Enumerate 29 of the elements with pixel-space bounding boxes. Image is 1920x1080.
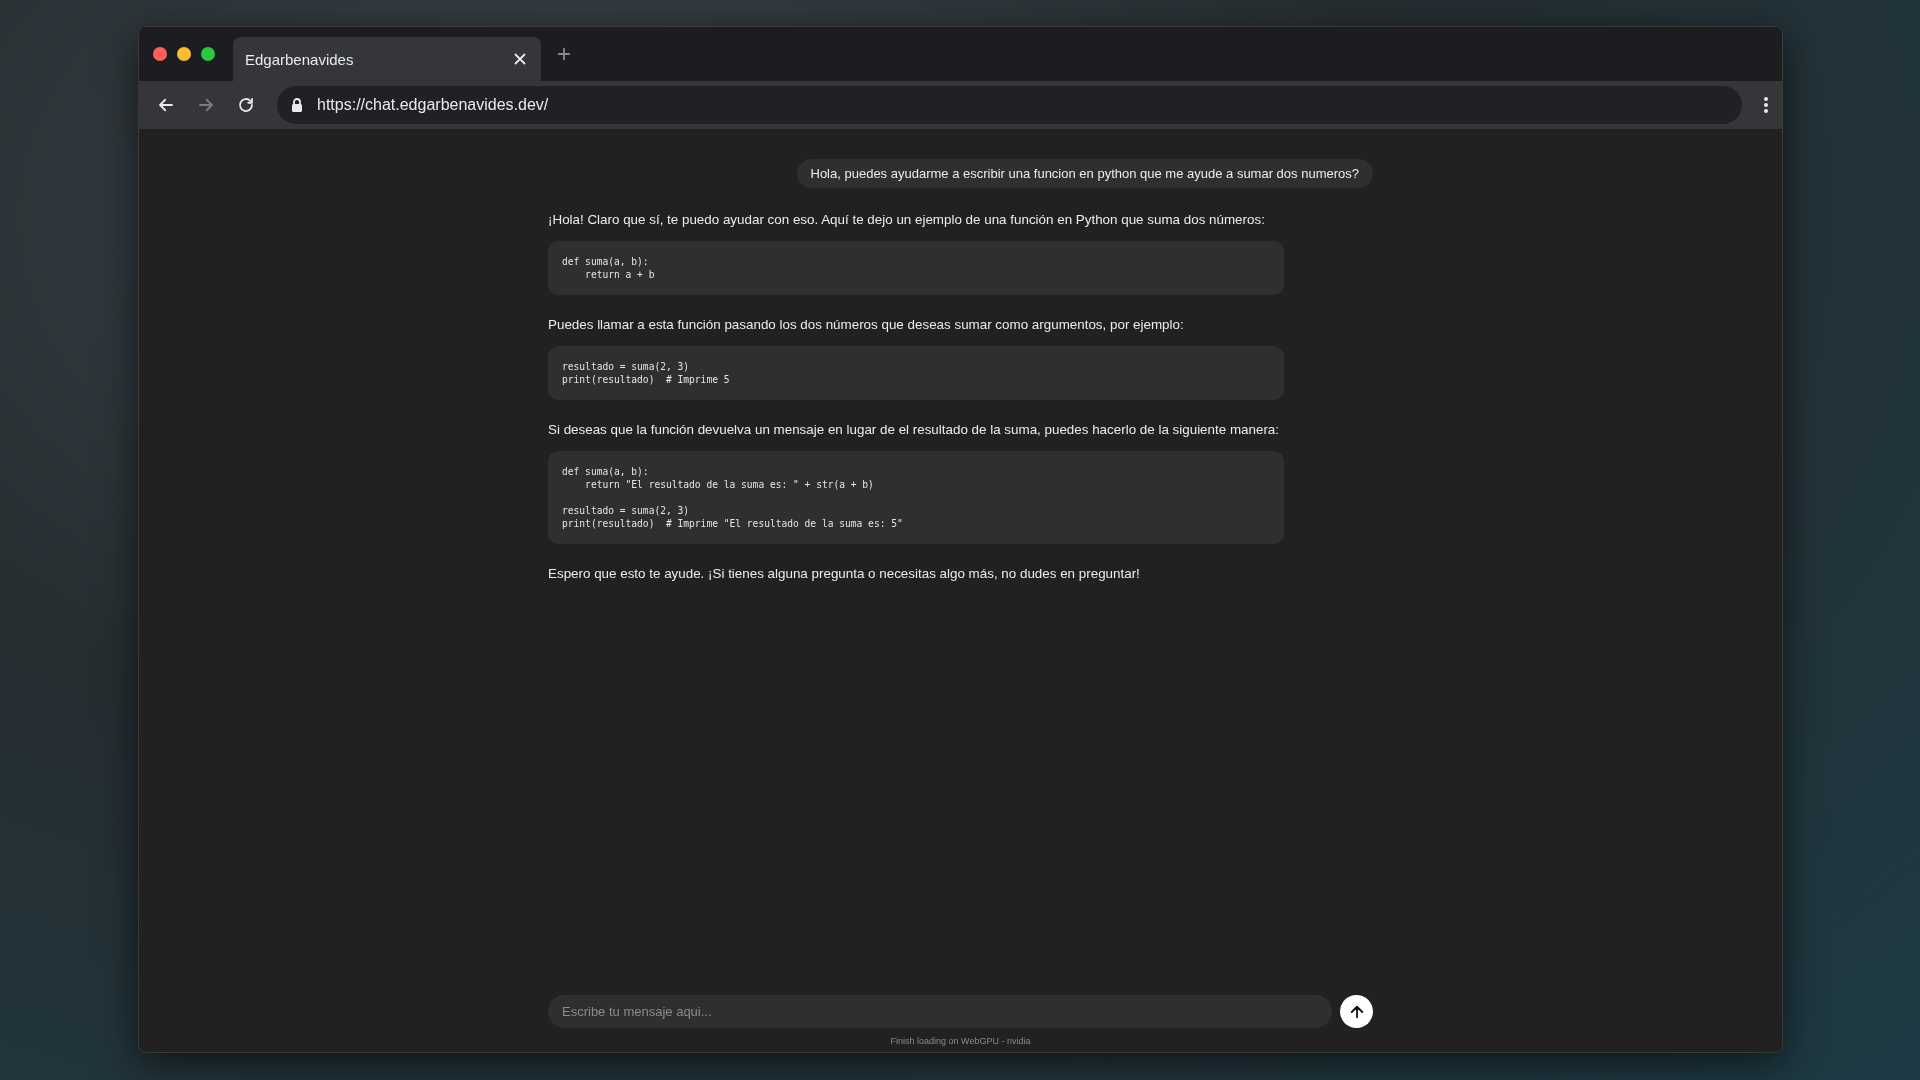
assistant-paragraph: Espero que esto te ayude. ¡Si tienes alguna pregunta o necesitas algo más, no dudes en preguntar! — [548, 566, 1141, 581]
reload-icon — [237, 96, 255, 114]
message-input[interactable]: Escribe tu mensaje aqui... — [548, 995, 1332, 1028]
plus-icon — [555, 45, 573, 63]
back-button[interactable] — [157, 96, 175, 114]
code-block: def suma(a, b): return "El resultado de la suma es: " + str(a + b) resultado = suma(2, 3) print(resultado) # Imprime "El resultado de la suma es: 5" — [548, 451, 1284, 544]
url-text: https://chat.edgarbenavides.dev/ — [317, 96, 549, 114]
lock-icon — [291, 98, 303, 112]
browser-tab[interactable]: Edgarbenavides — [233, 37, 541, 81]
assistant-paragraph: ¡Hola! Claro que sí, te puedo ayudar con eso. Aquí te dejo un ejemplo de una función en Python que suma dos números: — [548, 212, 1266, 227]
new-tab-button[interactable] — [555, 45, 573, 63]
code-block: def suma(a, b): return a + b — [548, 241, 1284, 295]
assistant-paragraph: Puedes llamar a esta función pasando los dos números que deseas sumar como argumentos, por ejemplo: — [548, 317, 1185, 332]
minimize-window-icon[interactable] — [177, 47, 191, 61]
send-button[interactable] — [1340, 995, 1373, 1028]
forward-button[interactable] — [197, 96, 215, 114]
more-vertical-icon — [1764, 97, 1768, 113]
code-block: resultado = suma(2, 3) print(resultado) # Imprime 5 — [548, 346, 1284, 400]
forward-arrow-icon — [197, 96, 215, 114]
close-window-icon[interactable] — [153, 47, 167, 61]
status-text: Finish loading on WebGPU - nvidia — [890, 1036, 1031, 1046]
maximize-window-icon[interactable] — [201, 47, 215, 61]
back-arrow-icon — [157, 96, 175, 114]
reload-button[interactable] — [237, 96, 255, 114]
user-message: Hola, puedes ayudarme a escribir una funcion en python que me ayude a sumar dos numeros? — [796, 159, 1373, 188]
address-bar[interactable]: https://chat.edgarbenavides.dev/ — [277, 86, 1742, 124]
menu-button[interactable] — [1764, 97, 1768, 113]
tab-title: Edgarbenavides — [245, 50, 354, 68]
assistant-paragraph: Si deseas que la función devuelva un mensaje en lugar de el resultado de la suma, puedes hacerlo de la siguiente manera: — [548, 422, 1280, 437]
